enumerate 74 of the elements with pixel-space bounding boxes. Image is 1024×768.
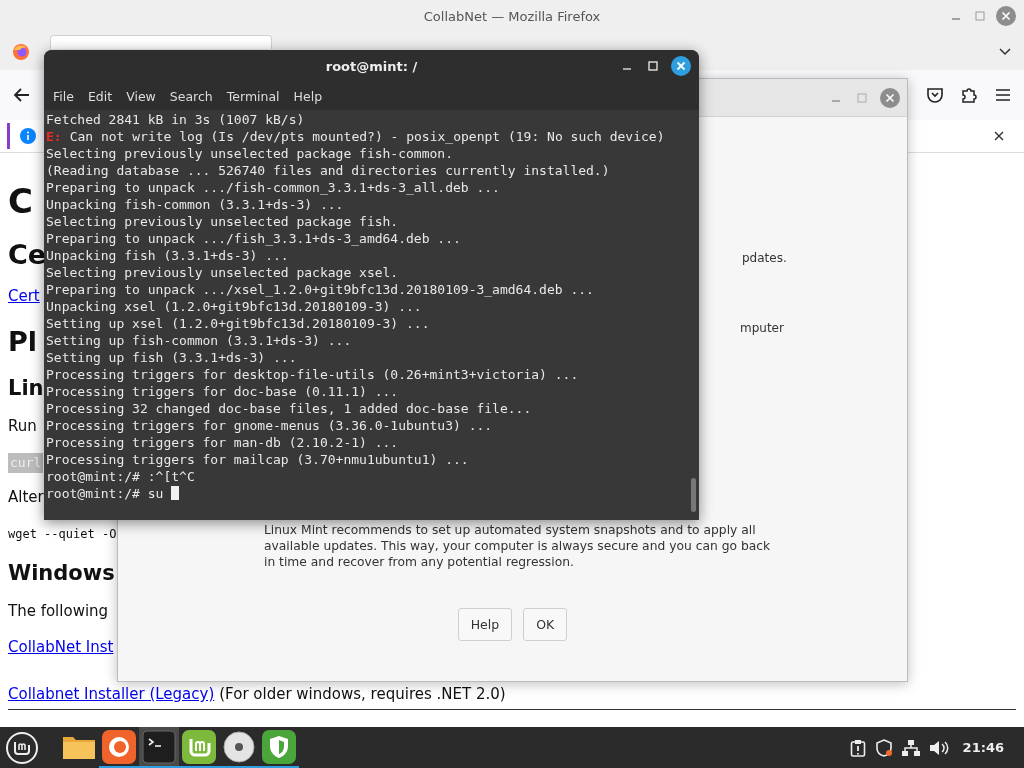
dialog-button[interactable]: Help: [457, 608, 513, 641]
link[interactable]: Collabnet Installer (Legacy): [8, 683, 215, 705]
menu-item[interactable]: Help: [286, 89, 330, 104]
dialog-button[interactable]: OK: [523, 608, 568, 641]
terminal-line: Setting up fish-common (3.3.1+ds-3) ...: [46, 332, 353, 349]
terminal-line: Unpacking fish-common (3.3.1+ds-3) ...: [46, 196, 345, 213]
taskbar-button[interactable]: [179, 727, 219, 768]
taskbar-button[interactable]: [259, 727, 299, 768]
terminal-line: Processing triggers for man-db (2.10.2-1) ...: [46, 434, 400, 451]
taskbar-button[interactable]: [139, 727, 179, 768]
terminal-line: Selecting previously unselected package xsel.: [46, 264, 400, 281]
firefox-logo-icon: [101, 728, 137, 765]
close-icon[interactable]: [992, 129, 1006, 143]
menu-item[interactable]: Terminal: [219, 89, 287, 104]
terminal-line: Setting up fish (3.3.1+ds-3) ...: [46, 349, 298, 366]
terminal-line: Setting up xsel (1.2.0+git9bfc13d.20180109-3) ...: [46, 315, 431, 332]
menu-item[interactable]: File: [46, 89, 81, 104]
shield-icon[interactable]: [874, 738, 893, 757]
dialog-message: Linux Mint recommends to set up automated system snapshots and to apply all available updates. This way, your computer is always secure and you can go back in time and recover from any potential regression.: [264, 522, 772, 570]
prompt-line: root@mint:/# :^[t^C: [46, 468, 195, 485]
terminal-line: Processing triggers for mailcap (3.70+nmu1ubuntu1) ...: [46, 451, 470, 468]
terminal-line: (Reading database ... 526740 files and directories currently installed.): [46, 162, 611, 179]
paragraph-text: The following: [8, 601, 109, 622]
menu-icon[interactable]: [994, 86, 1012, 104]
clipboard-icon[interactable]: [849, 738, 866, 757]
mint-logo-icon: [181, 728, 217, 765]
subsection-heading: Lin: [8, 375, 44, 402]
network-icon[interactable]: [901, 738, 920, 757]
menu-item[interactable]: Search: [162, 89, 220, 104]
prompt-line: root@mint:/# su: [46, 485, 164, 502]
dialog-text: mputer: [740, 320, 785, 336]
section-heading: Pl: [8, 325, 38, 359]
taskbar-button[interactable]: [99, 727, 139, 768]
terminal-line: Unpacking xsel (1.2.0+git9bfc13d.20180109-3) ...: [46, 298, 423, 315]
terminal-line: Preparing to unpack .../fish-common_3.3.1+ds-3_all.deb ...: [46, 179, 501, 196]
terminal-line: Preparing to unpack .../xsel_1.2.0+git9bfc13d.20180109-3_amd64.deb ...: [46, 281, 595, 298]
clock[interactable]: 21:46: [962, 740, 1004, 755]
terminal-icon: [141, 728, 177, 765]
terminal-line: Preparing to unpack .../fish_3.3.1+ds-3_amd64.deb ...: [46, 230, 462, 247]
terminal-line: Unpacking fish (3.3.1+ds-3) ...: [46, 247, 290, 264]
pocket-icon[interactable]: [926, 86, 944, 104]
note-text: (For older windows, requires .NET 2.0): [219, 684, 506, 705]
paragraph-text: Run: [8, 416, 37, 437]
terminal-line: Processing triggers for gnome-menus (3.36.0-1ubuntu3) ...: [46, 417, 494, 434]
window-title: CollabNet — Mozilla Firefox: [423, 9, 601, 24]
terminal-line: Selecting previously unselected package fish-common.: [46, 145, 454, 162]
paragraph-text: Alter: [8, 487, 44, 508]
volume-icon[interactable]: [928, 738, 949, 757]
firefox-logo-icon[interactable]: [12, 42, 30, 61]
menu-item[interactable]: View: [119, 89, 163, 104]
scrollbar-thumb[interactable]: [691, 478, 696, 512]
terminal-line: Fetched 2841 kB in 3s (1007 kB/s): [46, 111, 306, 128]
window-title: root@mint: /: [325, 59, 418, 74]
disc-icon: [221, 728, 257, 765]
info-icon: [20, 128, 36, 144]
maximize-icon[interactable]: [645, 58, 661, 74]
terminal-line: Selecting previously unselected package fish.: [46, 213, 400, 230]
dialog-text: pdates.: [742, 250, 788, 266]
menu-item[interactable]: Edit: [80, 89, 120, 104]
puzzle-icon[interactable]: [960, 86, 978, 104]
terminal-line: Processing triggers for desktop-file-utils (0.26+mint3+victoria) ...: [46, 366, 580, 383]
terminal-line: Processing triggers for doc-base (0.11.1) ...: [46, 383, 400, 400]
section-heading: Ce: [8, 238, 47, 272]
code-line: wget --quiet -O: [8, 526, 117, 543]
link[interactable]: Cert: [8, 284, 40, 308]
page-heading: C: [8, 181, 33, 221]
shield-icon: [261, 728, 297, 765]
terminal-line: Can not write log (Is /dev/pts mounted?) - posix_openpt (19: No such device): [69, 128, 665, 145]
subsection-heading: Windows: [8, 560, 115, 587]
link[interactable]: CollabNet Inst: [8, 635, 114, 659]
error-label: E:: [46, 128, 62, 145]
close-icon[interactable]: [671, 56, 691, 76]
terminal-line: Processing 32 changed doc-base files, 1 added doc-base file...: [46, 400, 533, 417]
menu-icon[interactable]: [5, 730, 39, 765]
